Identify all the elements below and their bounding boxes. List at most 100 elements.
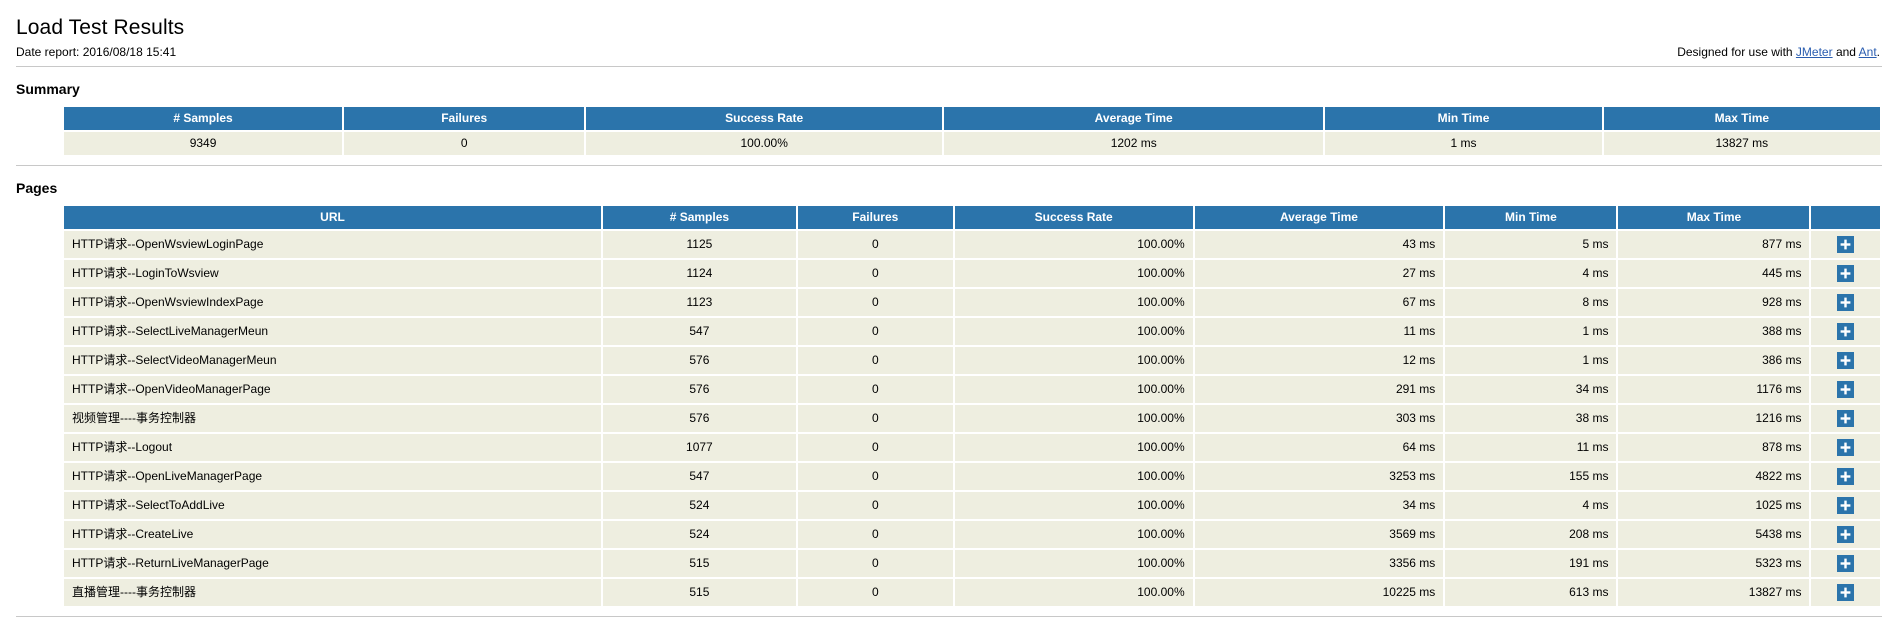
pages-cell-average-time: 12 ms <box>1194 347 1444 375</box>
designed-for-note: Designed for use with JMeter and Ant. <box>1677 45 1882 59</box>
table-row: HTTP请求--Logout 1077 0 100.00% 64 ms 11 ms 878 … <box>64 434 1880 462</box>
pages-cell-min-time: 191 ms <box>1445 550 1617 578</box>
pages-cell-max-time: 1216 ms <box>1618 405 1810 433</box>
pages-cell-failures: 0 <box>797 260 953 288</box>
summary-cell-failures: 0 <box>344 132 585 156</box>
pages-cell-samples: 515 <box>602 550 796 578</box>
summary-col-average-time[interactable]: Average Time <box>944 107 1324 131</box>
plus-icon[interactable] <box>1837 555 1855 573</box>
table-row: HTTP请求--OpenVideoManagerPage 576 0 100.00% 2… <box>64 376 1880 404</box>
plus-icon[interactable] <box>1837 439 1855 457</box>
pages-cell-max-time: 1176 ms <box>1618 376 1810 404</box>
pages-cell-min-time: 38 ms <box>1445 405 1617 433</box>
jmeter-link[interactable]: JMeter <box>1796 45 1833 59</box>
pages-cell-max-time: 445 ms <box>1618 260 1810 288</box>
pages-col-max-time[interactable]: Max Time <box>1618 206 1810 230</box>
pages-cell-average-time: 34 ms <box>1194 492 1444 520</box>
pages-cell-max-time: 878 ms <box>1618 434 1810 462</box>
table-row: HTTP请求--LoginToWsview 1124 0 100.00% 27 ms 4 … <box>64 260 1880 288</box>
pages-cell-url: HTTP请求--OpenWsviewLoginPage <box>64 231 601 259</box>
pages-cell-average-time: 303 ms <box>1194 405 1444 433</box>
pages-cell-samples: 576 <box>602 347 796 375</box>
pages-cell-average-time: 3569 ms <box>1194 521 1444 549</box>
pages-cell-average-time: 3253 ms <box>1194 463 1444 491</box>
pages-cell-average-time: 10225 ms <box>1194 579 1444 607</box>
summary-col-min-time[interactable]: Min Time <box>1325 107 1602 131</box>
pages-col-failures[interactable]: Failures <box>797 206 953 230</box>
pages-cell-failures: 0 <box>797 289 953 317</box>
pages-cell-url: HTTP请求--Logout <box>64 434 601 462</box>
plus-icon[interactable] <box>1837 352 1855 370</box>
summary-col-success-rate[interactable]: Success Rate <box>586 107 943 131</box>
pages-cell-min-time: 4 ms <box>1445 492 1617 520</box>
pages-cell-min-time: 155 ms <box>1445 463 1617 491</box>
plus-icon[interactable] <box>1837 497 1855 515</box>
pages-cell-average-time: 43 ms <box>1194 231 1444 259</box>
summary-table-body: 9349 0 100.00% 1202 ms 1 ms 13827 ms <box>64 132 1880 156</box>
plus-icon[interactable] <box>1837 381 1855 399</box>
header-meta-row: Date report: 2016/08/18 15:41 Designed f… <box>16 45 1882 68</box>
pages-cell-samples: 576 <box>602 376 796 404</box>
pages-cell-min-time: 613 ms <box>1445 579 1617 607</box>
summary-section-title: Summary <box>16 81 80 98</box>
plus-icon[interactable] <box>1837 294 1855 312</box>
pages-table-head: URL # Samples Failures Success Rate Aver… <box>64 206 1880 230</box>
pages-cell-expand <box>1811 521 1880 549</box>
pages-cell-url: HTTP请求--CreateLive <box>64 521 601 549</box>
pages-cell-expand <box>1811 289 1880 317</box>
pages-cell-expand <box>1811 434 1880 462</box>
pages-cell-samples: 1077 <box>602 434 796 462</box>
report-header: Load Test Results Date report: 2016/08/1… <box>0 0 1898 68</box>
summary-col-failures[interactable]: Failures <box>344 107 585 131</box>
pages-col-success-rate[interactable]: Success Rate <box>954 206 1193 230</box>
summary-section-divider <box>16 165 1882 167</box>
pages-cell-expand <box>1811 492 1880 520</box>
pages-col-average-time[interactable]: Average Time <box>1194 206 1444 230</box>
plus-icon[interactable] <box>1837 236 1855 254</box>
pages-col-min-time[interactable]: Min Time <box>1445 206 1617 230</box>
pages-cell-max-time: 1025 ms <box>1618 492 1810 520</box>
pages-cell-success-rate: 100.00% <box>954 492 1193 520</box>
summary-cell-min-time: 1 ms <box>1325 132 1602 156</box>
pages-header-row: URL # Samples Failures Success Rate Aver… <box>64 206 1880 230</box>
summary-cell-success-rate: 100.00% <box>586 132 943 156</box>
table-row: HTTP请求--OpenWsviewIndexPage 1123 0 100.00% 6… <box>64 289 1880 317</box>
pages-cell-success-rate: 100.00% <box>954 405 1193 433</box>
pages-cell-url: 视频管理----事务控制器 <box>64 405 601 433</box>
pages-cell-average-time: 64 ms <box>1194 434 1444 462</box>
pages-cell-max-time: 13827 ms <box>1618 579 1810 607</box>
pages-cell-expand <box>1811 231 1880 259</box>
plus-icon[interactable] <box>1837 468 1855 486</box>
pages-cell-url: HTTP请求--SelectVideoManagerMeun <box>64 347 601 375</box>
pages-cell-samples: 1123 <box>602 289 796 317</box>
summary-col-samples[interactable]: # Samples <box>64 107 343 131</box>
pages-cell-failures: 0 <box>797 463 953 491</box>
pages-col-samples[interactable]: # Samples <box>602 206 796 230</box>
pages-cell-url: HTTP请求--ReturnLiveManagerPage <box>64 550 601 578</box>
pages-cell-average-time: 27 ms <box>1194 260 1444 288</box>
pages-cell-average-time: 11 ms <box>1194 318 1444 346</box>
pages-cell-url: HTTP请求--SelectToAddLive <box>64 492 601 520</box>
plus-icon[interactable] <box>1837 584 1855 602</box>
ant-link[interactable]: Ant <box>1859 45 1877 59</box>
summary-cell-average-time: 1202 ms <box>944 132 1324 156</box>
designed-for-prefix: Designed for use with <box>1677 45 1796 60</box>
plus-icon[interactable] <box>1837 410 1855 428</box>
plus-icon[interactable] <box>1837 526 1855 544</box>
pages-cell-url: HTTP请求--SelectLiveManagerMeun <box>64 318 601 346</box>
summary-table-head: # Samples Failures Success Rate Average … <box>64 107 1880 131</box>
pages-cell-max-time: 877 ms <box>1618 231 1810 259</box>
pages-cell-url: HTTP请求--OpenWsviewIndexPage <box>64 289 601 317</box>
pages-cell-failures: 0 <box>797 376 953 404</box>
pages-cell-expand <box>1811 318 1880 346</box>
plus-icon[interactable] <box>1837 323 1855 341</box>
pages-col-url[interactable]: URL <box>64 206 601 230</box>
designed-for-conjunction: and <box>1832 45 1859 60</box>
pages-cell-expand <box>1811 463 1880 491</box>
table-row: 视频管理----事务控制器 576 0 100.00% 303 ms 38 ms 1216 … <box>64 405 1880 433</box>
plus-icon[interactable] <box>1837 265 1855 283</box>
summary-col-max-time[interactable]: Max Time <box>1603 107 1880 131</box>
pages-cell-success-rate: 100.00% <box>954 463 1193 491</box>
pages-cell-samples: 1124 <box>602 260 796 288</box>
pages-cell-expand <box>1811 579 1880 607</box>
